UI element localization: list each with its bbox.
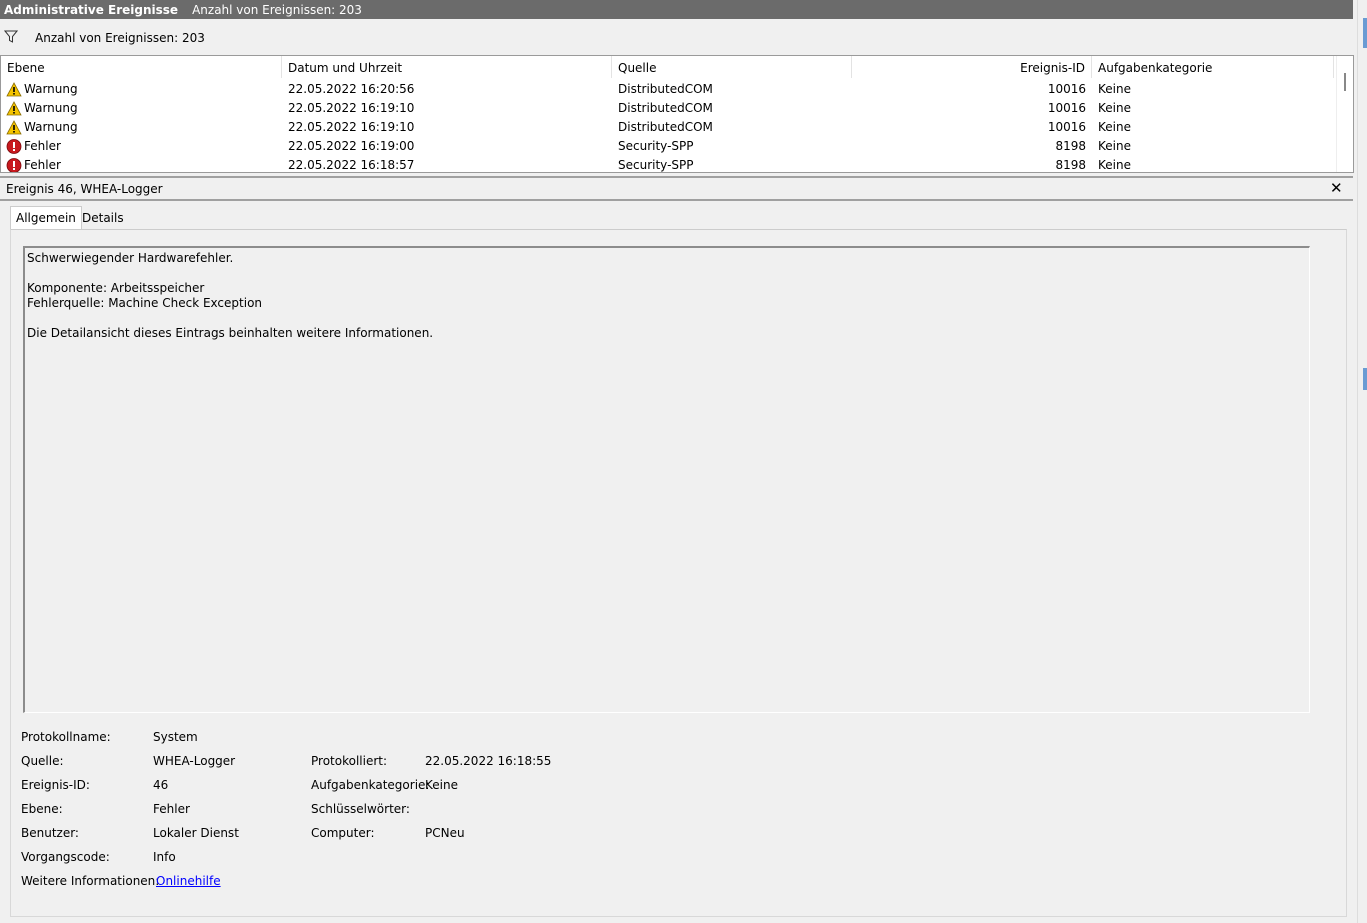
cell-level: Warnung (24, 82, 78, 96)
column-header-event-id[interactable]: Ereignis-ID (852, 56, 1092, 78)
detail-header: Ereignis 46, WHEA-Logger ✕ (0, 179, 1353, 199)
table-row[interactable]: Fehler 22.05.2022 16:18:57 Security-SPP 819… (1, 156, 1336, 172)
cell-source: DistributedCOM (618, 82, 713, 96)
warning-icon (6, 101, 22, 116)
prop-value-benutzer: Lokaler Dienst (153, 826, 239, 840)
online-help-link[interactable]: Onlinehilfe (156, 874, 221, 888)
error-icon (6, 139, 22, 154)
scrollbar-thumb[interactable] (1344, 73, 1346, 91)
prop-label-protokollname: Protokollname: (21, 730, 111, 744)
event-count-title: Anzahl von Ereignissen: 203 (192, 2, 362, 17)
cell-level: Warnung (24, 120, 78, 134)
event-message-box[interactable]: Schwerwiegender Hardwarefehler. Komponen… (23, 246, 1310, 713)
table-row[interactable]: Warnung 22.05.2022 16:19:10 DistributedCOM… (1, 118, 1336, 137)
title-bar: Administrative Ereignisse Anzahl von Ere… (0, 0, 1353, 19)
cell-source: DistributedCOM (618, 120, 713, 134)
divider (0, 199, 1353, 201)
cell-level: Fehler (24, 158, 61, 172)
table-row[interactable]: Warnung 22.05.2022 16:20:56 DistributedCOM… (1, 80, 1336, 99)
prop-label-benutzer: Benutzer: (21, 826, 79, 840)
cell-level: Warnung (24, 101, 78, 115)
column-header-datetime[interactable]: Datum und Uhrzeit (282, 56, 612, 78)
table-row[interactable]: Warnung 22.05.2022 16:19:10 DistributedCOM… (1, 99, 1336, 118)
prop-label-aufgabenkategorie: Aufgabenkategorie: (311, 778, 430, 792)
table-row[interactable]: Fehler 22.05.2022 16:19:00 Security-SPP 819… (1, 137, 1336, 156)
cell-event-id: 8198 (1055, 139, 1086, 153)
prop-value-vorgangscode: Info (153, 850, 176, 864)
cell-event-id: 10016 (1047, 101, 1086, 115)
warning-icon (6, 82, 22, 97)
filter-bar: Anzahl von Ereignissen: 203 (0, 21, 1353, 54)
column-header-category[interactable]: Aufgabenkategorie (1092, 56, 1334, 78)
event-list[interactable]: Ebene Datum und Uhrzeit Quelle Ereignis-… (0, 55, 1354, 173)
scroll-marker (1363, 368, 1367, 390)
log-title: Administrative Ereignisse (4, 2, 179, 17)
prop-label-computer: Computer: (311, 826, 375, 840)
prop-value-aufgabenkategorie: Keine (425, 778, 458, 792)
cell-datetime: 22.05.2022 16:19:10 (288, 120, 415, 134)
cell-datetime: 22.05.2022 16:19:00 (288, 139, 415, 153)
prop-label-protokolliert: Protokolliert: (311, 754, 388, 768)
divider (0, 176, 1353, 178)
cell-category: Keine (1098, 101, 1131, 115)
prop-label-schluesselwoerter: Schlüsselwörter: (311, 802, 410, 816)
cell-datetime: 22.05.2022 16:20:56 (288, 82, 415, 96)
column-header-source[interactable]: Quelle (612, 56, 852, 78)
outer-scrollbar[interactable] (1357, 0, 1367, 923)
scroll-marker (1363, 18, 1367, 48)
column-header-row: Ebene Datum und Uhrzeit Quelle Ereignis-… (1, 56, 1336, 78)
event-list-scrollbar[interactable] (1336, 56, 1353, 172)
prop-label-ereignisid: Ereignis-ID: (21, 778, 90, 792)
column-header-level[interactable]: Ebene (1, 56, 282, 78)
cell-source: Security-SPP (618, 158, 694, 172)
message-line: Fehlerquelle: Machine Check Exception (27, 296, 263, 310)
filter-count: Anzahl von Ereignissen: 203 (35, 31, 205, 45)
message-line: Schwerwiegender Hardwarefehler. (27, 251, 234, 265)
prop-label-vorgangscode: Vorgangscode: (21, 850, 110, 864)
cell-category: Keine (1098, 139, 1131, 153)
cell-category: Keine (1098, 120, 1131, 134)
tab-details[interactable]: Details (77, 207, 129, 229)
cell-datetime: 22.05.2022 16:18:57 (288, 158, 415, 172)
cell-event-id: 10016 (1047, 120, 1086, 134)
cell-category: Keine (1098, 158, 1131, 172)
cell-event-id: 8198 (1055, 158, 1086, 172)
cell-source: Security-SPP (618, 139, 694, 153)
close-icon[interactable]: ✕ (1330, 179, 1343, 197)
prop-value-protokolliert: 22.05.2022 16:18:55 (425, 754, 552, 768)
prop-label-ebene: Ebene: (21, 802, 63, 816)
prop-label-quelle: Quelle: (21, 754, 64, 768)
prop-value-ereignisid: 46 (153, 778, 169, 792)
message-line: Komponente: Arbeitsspeicher (27, 281, 205, 295)
prop-label-weitere-informationen: Weitere Informationen: (21, 874, 160, 888)
cell-category: Keine (1098, 82, 1131, 96)
cell-datetime: 22.05.2022 16:19:10 (288, 101, 415, 115)
cell-source: DistributedCOM (618, 101, 713, 115)
cell-level: Fehler (24, 139, 61, 153)
tab-allgemein[interactable]: Allgemein (10, 206, 82, 230)
error-icon (6, 158, 22, 172)
filter-icon[interactable] (4, 30, 18, 44)
prop-value-protokollname: System (153, 730, 198, 744)
prop-value-quelle: WHEA-Logger (153, 754, 236, 768)
cell-event-id: 10016 (1047, 82, 1086, 96)
detail-title: Ereignis 46, WHEA-Logger (6, 182, 163, 196)
prop-value-ebene: Fehler (153, 802, 190, 816)
warning-icon (6, 120, 22, 135)
message-line: Die Detailansicht dieses Eintrags beinha… (27, 326, 434, 340)
prop-value-computer: PCNeu (425, 826, 465, 840)
